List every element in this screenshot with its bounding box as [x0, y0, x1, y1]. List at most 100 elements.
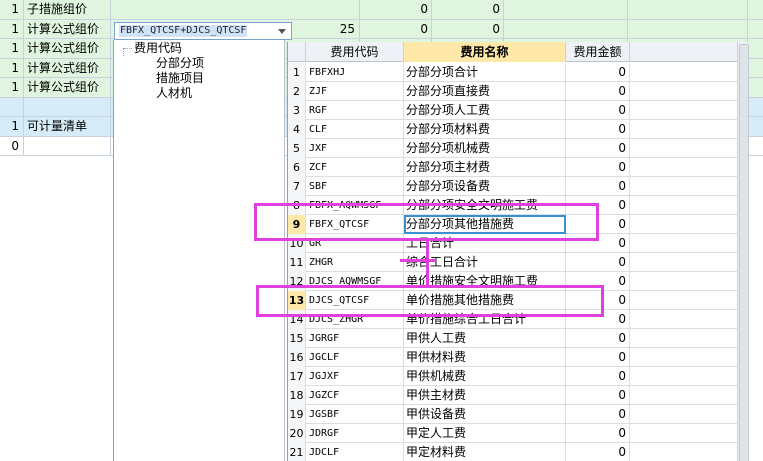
grid-cell-code[interactable]: JGJXF	[306, 367, 404, 386]
grid-cell-amount[interactable]: 0	[566, 196, 630, 215]
tree-item-csxm[interactable]: 措施项目	[156, 71, 204, 85]
grid-cell-amount[interactable]: 0	[566, 139, 630, 158]
grid-cell-code[interactable]: JDRGF	[306, 424, 404, 443]
grid-row[interactable]: 6 ZCF 分部分项主材费 0	[288, 158, 737, 177]
grid-cell-code[interactable]: ZJF	[306, 82, 404, 101]
grid-row[interactable]: 16 JGCLF 甲供材料费 0	[288, 348, 737, 367]
grid-cell-code[interactable]: RGF	[306, 101, 404, 120]
grid-cell-code[interactable]: JXF	[306, 139, 404, 158]
grid-cell-code[interactable]: GR	[306, 234, 404, 253]
grid-row-number[interactable]: 13	[288, 291, 306, 310]
row-name[interactable]	[25, 136, 111, 155]
row-number[interactable]: 1	[0, 39, 24, 58]
grid-cell-name[interactable]: 分部分项机械费	[404, 139, 566, 158]
grid-cell-name[interactable]: 分部分项合计	[404, 63, 566, 82]
grid-cell-amount[interactable]: 0	[566, 291, 630, 310]
grid-cell-amount[interactable]: 0	[566, 63, 630, 82]
row-number[interactable]: 0	[0, 136, 24, 155]
grid-row-number[interactable]: 1	[288, 63, 306, 82]
grid-cell-name[interactable]: 分部分项其他措施费	[404, 215, 566, 234]
grid-row[interactable]: 2 ZJF 分部分项直接费 0	[288, 82, 737, 101]
chevron-down-icon[interactable]	[278, 29, 286, 34]
grid-cell-name[interactable]: 甲供材料费	[404, 348, 566, 367]
grid-cell-amount[interactable]: 0	[566, 310, 630, 329]
grid-row-number[interactable]: 19	[288, 405, 306, 424]
grid-cell-code[interactable]: FBFX_AQWMSGF	[306, 196, 404, 215]
grid-cell-name[interactable]: 甲供主材费	[404, 386, 566, 405]
grid-cell-amount[interactable]: 0	[566, 234, 630, 253]
row-number[interactable]: 1	[0, 19, 24, 38]
grid-row-number[interactable]: 8	[288, 196, 306, 215]
scrollbar-thumb[interactable]	[739, 44, 749, 461]
tree-root-item[interactable]: 费用代码	[134, 41, 182, 55]
grid-cell-amount[interactable]: 0	[566, 405, 630, 424]
grid-cell-code[interactable]: ZCF	[306, 158, 404, 177]
grid-row-number[interactable]: 10	[288, 234, 306, 253]
grid-row[interactable]: 12 DJCS_AQWMSGF 单价措施安全文明施工费 0	[288, 272, 737, 291]
grid-cell-amount[interactable]: 0	[566, 158, 630, 177]
grid-cell-name[interactable]: 甲供机械费	[404, 367, 566, 386]
row-number[interactable]: 1	[0, 78, 24, 97]
grid-row[interactable]: 17 JGJXF 甲供机械费 0	[288, 367, 737, 386]
grid-row-number[interactable]: 4	[288, 120, 306, 139]
grid-row[interactable]: 1 FBFXHJ 分部分项合计 0	[288, 63, 737, 82]
grid-row-number[interactable]: 18	[288, 386, 306, 405]
grid-cell-name[interactable]: 甲供设备费	[404, 405, 566, 424]
row-name[interactable]: 计算公式组价	[25, 58, 111, 77]
grid-row-number[interactable]: 3	[288, 101, 306, 120]
row-name[interactable]: 计算公式组价	[25, 39, 111, 58]
formula-text[interactable]: FBFX_QTCSF+DJCS_QTCSF	[119, 25, 248, 37]
row-name[interactable]	[25, 97, 111, 116]
row-number[interactable]	[0, 97, 24, 116]
grid-cell-code[interactable]: DJCS_QTCSF	[306, 291, 404, 310]
row-name[interactable]: 可计量清单	[25, 117, 111, 136]
grid-cell-name[interactable]: 分部分项安全文明施工费	[404, 196, 566, 215]
grid-cell-name[interactable]: 分部分项人工费	[404, 101, 566, 120]
grid-cell-code[interactable]: ZHGR	[306, 253, 404, 272]
grid-row[interactable]: 3 RGF 分部分项人工费 0	[288, 101, 737, 120]
grid-row-number[interactable]: 2	[288, 82, 306, 101]
grid-row[interactable]: 19 JGSBF 甲供设备费 0	[288, 405, 737, 424]
grid-cell-code[interactable]: FBFX_QTCSF	[306, 215, 404, 234]
row-number[interactable]: 1	[0, 0, 24, 19]
grid-cell-code[interactable]: DJCS_AQWMSGF	[306, 272, 404, 291]
grid-cell-amount[interactable]: 0	[566, 253, 630, 272]
grid-row-number[interactable]: 5	[288, 139, 306, 158]
grid-row[interactable]: 20 JDRGF 甲定人工费 0	[288, 424, 737, 443]
grid-row[interactable]: 5 JXF 分部分项机械费 0	[288, 139, 737, 158]
grid-cell-code[interactable]: SBF	[306, 177, 404, 196]
grid-cell-code[interactable]: JGSBF	[306, 405, 404, 424]
grid-cell-code[interactable]: JGRGF	[306, 329, 404, 348]
grid-row[interactable]: 4 CLF 分部分项材料费 0	[288, 120, 737, 139]
grid-cell-name[interactable]: 分部分项直接费	[404, 82, 566, 101]
row-name[interactable]: 子措施组价	[25, 0, 111, 19]
grid-cell-name[interactable]: 工日合计	[404, 234, 566, 253]
grid-cell-amount[interactable]: 0	[566, 177, 630, 196]
grid-cell-amount[interactable]: 0	[566, 443, 630, 461]
grid-cell-amount[interactable]: 0	[566, 424, 630, 443]
grid-row[interactable]: 21 JDCLF 甲定材料费 0	[288, 443, 737, 461]
header-amount[interactable]: 费用金额	[566, 42, 630, 62]
grid-cell-amount[interactable]: 0	[566, 215, 630, 234]
header-name[interactable]: 费用名称	[404, 42, 566, 62]
grid-row[interactable]: 15 JGRGF 甲供人工费 0	[288, 329, 737, 348]
grid-cell-name[interactable]: 综合工日合计	[404, 253, 566, 272]
row-unit-price[interactable]: 0	[360, 19, 432, 38]
grid-row-number[interactable]: 20	[288, 424, 306, 443]
grid-cell-code[interactable]: DJCS_ZHGR	[306, 310, 404, 329]
formula-editor[interactable]: FBFX_QTCSF+DJCS_QTCSF	[114, 22, 292, 40]
grid-cell-amount[interactable]: 0	[566, 348, 630, 367]
row-number[interactable]: 1	[0, 117, 24, 136]
vertical-scrollbar[interactable]	[737, 42, 749, 461]
grid-cell-amount[interactable]: 0	[566, 101, 630, 120]
grid-cell-code[interactable]: FBFXHJ	[306, 63, 404, 82]
grid-cell-code[interactable]: JGCLF	[306, 348, 404, 367]
grid-cell-amount[interactable]: 0	[566, 82, 630, 101]
grid-cell-amount[interactable]: 0	[566, 272, 630, 291]
grid-row-number[interactable]: 7	[288, 177, 306, 196]
grid-cell-code[interactable]: JGZCF	[306, 386, 404, 405]
row-total[interactable]: 0	[432, 19, 504, 38]
grid-row[interactable]: 11 ZHGR 综合工日合计 0	[288, 253, 737, 272]
grid-row-number[interactable]: 9	[288, 215, 306, 234]
grid-cell-name[interactable]: 分部分项设备费	[404, 177, 566, 196]
